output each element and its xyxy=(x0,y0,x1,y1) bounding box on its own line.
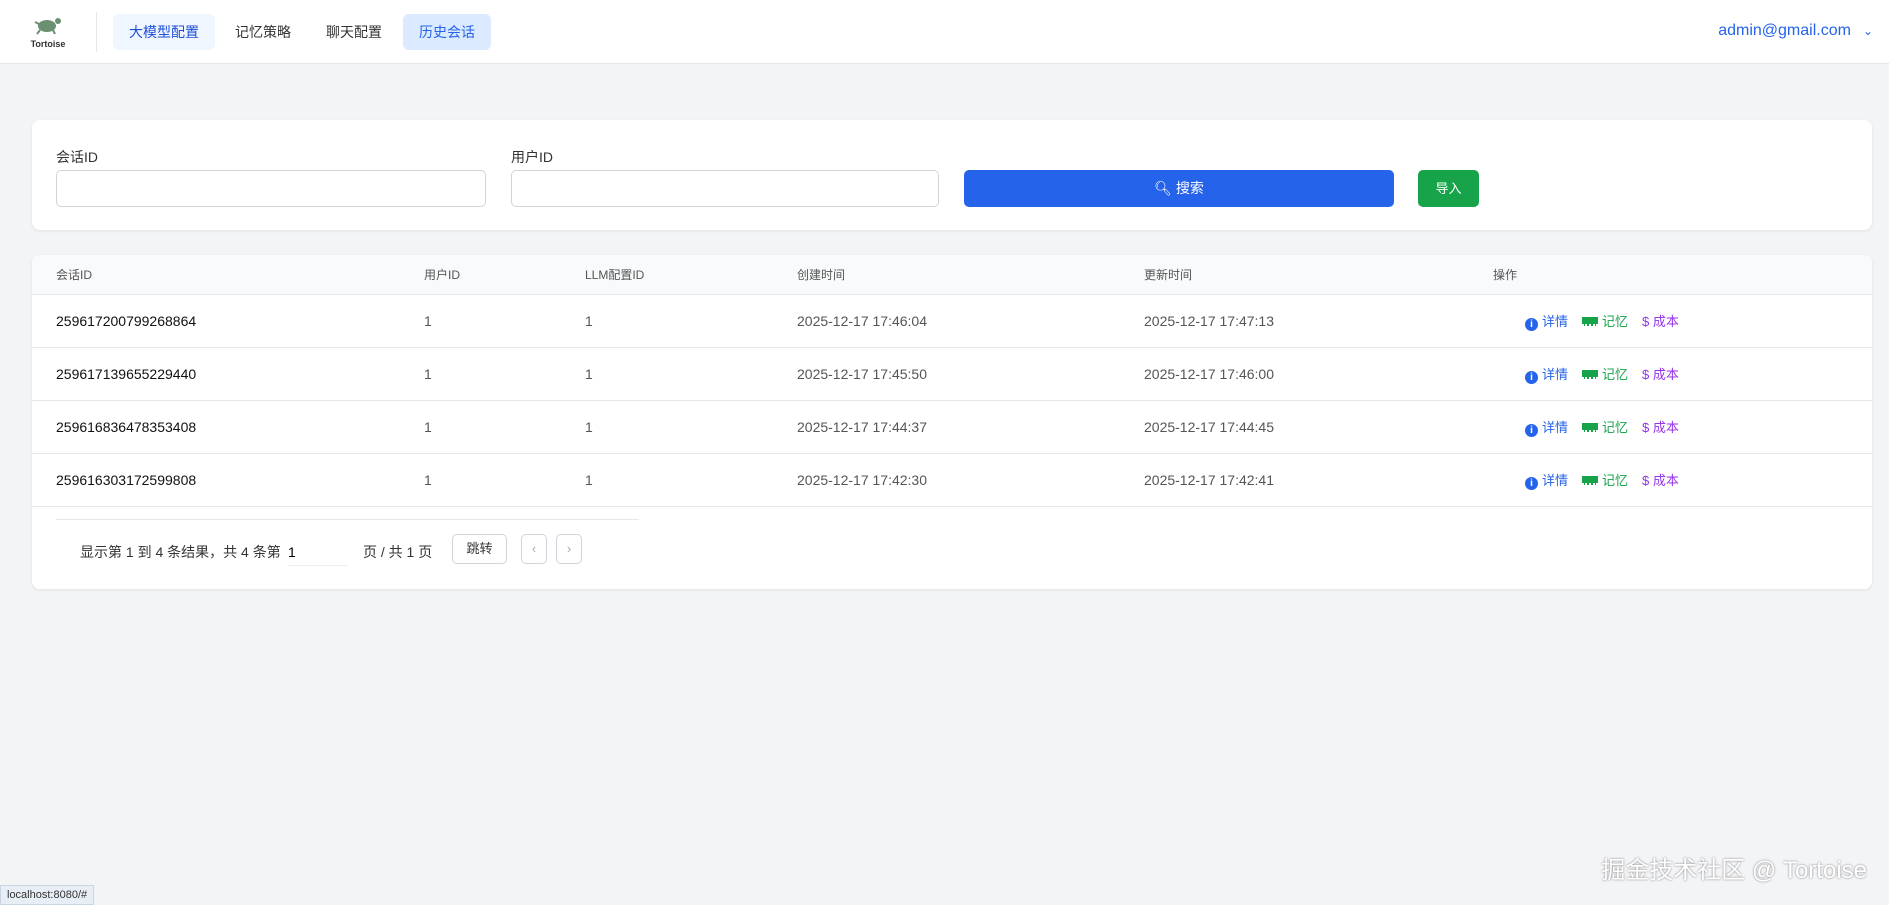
table-row: 259617139655229440 1 1 2025-12-17 17:45:50 2… xyxy=(32,348,1872,401)
memory-link[interactable]: 记忆 xyxy=(1582,367,1628,382)
chevron-down-icon: ⌄ xyxy=(1862,24,1873,38)
cost-link[interactable]: $ 成本 xyxy=(1642,314,1679,329)
user-id: 1 xyxy=(424,313,432,329)
dollar-icon: $ xyxy=(1642,314,1653,329)
session-id-label: 会话ID xyxy=(56,149,98,165)
llm-config-id: 1 xyxy=(585,313,593,329)
session-id: 259616836478353408 xyxy=(56,419,197,435)
dollar-icon: $ xyxy=(1642,473,1653,488)
updated-time: 2025-12-17 17:47:13 xyxy=(1144,313,1274,329)
session-id: 259616303172599808 xyxy=(56,472,197,488)
updated-time: 2025-12-17 17:42:41 xyxy=(1144,472,1274,488)
import-button[interactable]: 导入 xyxy=(1418,170,1479,207)
memory-link[interactable]: 记忆 xyxy=(1582,314,1628,329)
col-user-id: 用户ID xyxy=(424,268,461,282)
created-time: 2025-12-17 17:42:30 xyxy=(797,472,927,488)
table-header: 会话ID 用户ID LLM配置ID 创建时间 更新时间 操作 xyxy=(32,255,1872,295)
user-id-label: 用户ID xyxy=(511,149,553,165)
user-id: 1 xyxy=(424,472,432,488)
session-id: 259617200799268864 xyxy=(56,313,197,329)
row-actions: i 详情 记忆 $ 成本 xyxy=(1525,295,1693,348)
divider xyxy=(56,519,639,520)
info-icon: i xyxy=(1525,477,1538,490)
cost-link[interactable]: $ 成本 xyxy=(1642,473,1679,488)
user-menu[interactable]: admin@gmail.com ⌄ xyxy=(1718,22,1873,40)
user-email: admin@gmail.com xyxy=(1718,22,1851,39)
pagination-total: 页 / 共 1 页 xyxy=(363,544,433,560)
created-time: 2025-12-17 17:46:04 xyxy=(797,313,927,329)
memory-chip-icon xyxy=(1582,317,1599,326)
row-actions: i 详情 记忆 $ 成本 xyxy=(1525,401,1693,454)
nav-history[interactable]: 历史会话 xyxy=(403,14,491,50)
col-actions: 操作 xyxy=(1493,268,1518,282)
pagination-summary: 显示第 1 到 4 条结果，共 4 条第 xyxy=(80,544,281,560)
memory-chip-icon xyxy=(1582,476,1599,485)
logo[interactable]: Tortoise xyxy=(28,12,68,49)
dollar-icon: $ xyxy=(1642,367,1653,382)
llm-config-id: 1 xyxy=(585,366,593,382)
detail-link[interactable]: i 详情 xyxy=(1525,314,1568,331)
detail-link[interactable]: i 详情 xyxy=(1525,367,1568,384)
watermark: 掘金技术社区 @ Tortoise xyxy=(1601,857,1867,884)
row-actions: i 详情 记忆 $ 成本 xyxy=(1525,348,1693,401)
detail-link[interactable]: i 详情 xyxy=(1525,473,1568,490)
memory-link[interactable]: 记忆 xyxy=(1582,473,1628,488)
row-actions: i 详情 记忆 $ 成本 xyxy=(1525,454,1693,507)
info-icon: i xyxy=(1525,424,1538,437)
user-id-input[interactable] xyxy=(511,170,939,207)
cost-link[interactable]: $ 成本 xyxy=(1642,420,1679,435)
detail-link[interactable]: i 详情 xyxy=(1525,420,1568,437)
turtle-icon xyxy=(34,18,61,35)
user-id: 1 xyxy=(424,419,432,435)
table-row: 259616303172599808 1 1 2025-12-17 17:42:30 2… xyxy=(32,454,1872,507)
created-time: 2025-12-17 17:45:50 xyxy=(797,366,927,382)
created-time: 2025-12-17 17:44:37 xyxy=(797,419,927,435)
table-row: 259617200799268864 1 1 2025-12-17 17:46:04 2… xyxy=(32,295,1872,348)
memory-chip-icon xyxy=(1582,370,1599,379)
cost-link[interactable]: $ 成本 xyxy=(1642,367,1679,382)
col-updated: 更新时间 xyxy=(1144,268,1193,282)
info-icon: i xyxy=(1525,371,1538,384)
col-created: 创建时间 xyxy=(797,268,846,282)
page-input[interactable] xyxy=(288,538,348,566)
info-icon: i xyxy=(1525,318,1538,331)
sessions-table-card: 会话ID 用户ID LLM配置ID 创建时间 更新时间 操作 259617200… xyxy=(32,255,1872,589)
nav-llm-config[interactable]: 大模型配置 xyxy=(113,14,215,50)
session-id: 259617139655229440 xyxy=(56,366,197,382)
llm-config-id: 1 xyxy=(585,419,593,435)
status-url: localhost:8080/# xyxy=(0,885,95,905)
memory-chip-icon xyxy=(1582,423,1599,432)
search-button[interactable]: 🔍︎ 搜索 xyxy=(964,170,1394,207)
user-id: 1 xyxy=(424,366,432,382)
session-id-input[interactable] xyxy=(56,170,486,207)
nav-memory-strategy[interactable]: 记忆策略 xyxy=(219,14,307,50)
table-row: 259616836478353408 1 1 2025-12-17 17:44:37 2… xyxy=(32,401,1872,454)
jump-button[interactable]: 跳转 xyxy=(452,534,507,564)
search-icon: 🔍︎ xyxy=(1154,180,1172,196)
updated-time: 2025-12-17 17:44:45 xyxy=(1144,419,1274,435)
memory-link[interactable]: 记忆 xyxy=(1582,420,1628,435)
top-nav-bar: Tortoise 大模型配置 记忆策略 聊天配置 历史会话 admin@gmai… xyxy=(0,0,1889,64)
updated-time: 2025-12-17 17:46:00 xyxy=(1144,366,1274,382)
llm-config-id: 1 xyxy=(585,472,593,488)
next-page-button[interactable]: › xyxy=(556,534,582,564)
col-llm-config-id: LLM配置ID xyxy=(585,268,645,282)
nav-chat-config[interactable]: 聊天配置 xyxy=(310,14,398,50)
divider xyxy=(96,12,97,52)
prev-page-button[interactable]: ‹ xyxy=(521,534,547,564)
col-session-id: 会话ID xyxy=(56,268,93,282)
dollar-icon: $ xyxy=(1642,420,1653,435)
